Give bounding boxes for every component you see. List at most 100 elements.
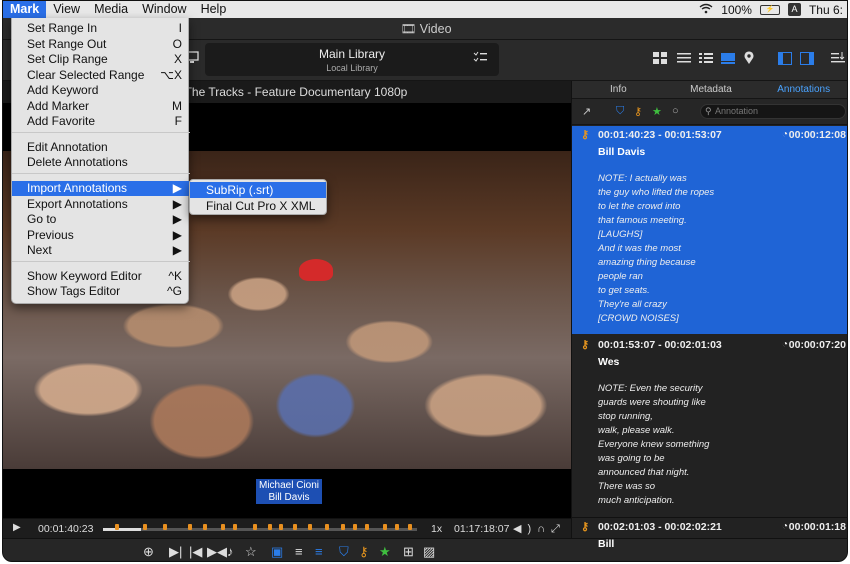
wifi-icon[interactable] [699, 3, 713, 17]
image-icon[interactable]: ▨ [423, 544, 435, 560]
timeline-marker[interactable] [188, 524, 192, 530]
timeline-marker[interactable] [268, 524, 272, 530]
menu-item-show-tags-editor[interactable]: Show Tags Editor ^G [12, 284, 190, 299]
menu-item-shortcut: F [174, 114, 182, 128]
range-icon[interactable]: ▶◀ [207, 544, 227, 560]
menu-item-add-marker[interactable]: Add Marker M [12, 99, 190, 114]
menu-view[interactable]: View [46, 1, 87, 18]
timeline-marker[interactable] [383, 524, 387, 530]
menu-item-shortcut: ▶ [172, 181, 182, 195]
shield-filter-icon[interactable]: ⛉ [616, 105, 624, 118]
tab-metadata[interactable]: Metadata [665, 81, 758, 98]
playback-speed[interactable]: 1x [431, 523, 442, 535]
menu-item-import-annotations[interactable]: Import Annotations ▶ [12, 181, 190, 196]
headphones-icon[interactable]: ∩ [537, 523, 551, 535]
timeline-marker[interactable] [253, 524, 257, 530]
location-icon[interactable] [743, 51, 755, 68]
menu-item-next[interactable]: Next ▶ [12, 243, 190, 258]
left-sidebar-toggle-icon[interactable] [778, 52, 792, 68]
annotation-speaker: Bill [598, 538, 615, 550]
timeline-marker[interactable] [353, 524, 357, 530]
timeline-marker[interactable] [293, 524, 297, 530]
submenu-item-subrip[interactable]: SubRip (.srt) [190, 182, 326, 198]
menu-item-delete-annotations[interactable]: Delete Annotations [12, 155, 190, 170]
checklist-icon[interactable] [473, 51, 487, 67]
menu-window[interactable]: Window [135, 1, 193, 18]
timeline-marker[interactable] [221, 524, 225, 530]
magic-icon[interactable]: ♪ [227, 544, 234, 559]
timeline-marker[interactable] [308, 524, 312, 530]
timeline-marker[interactable] [325, 524, 329, 530]
menu-item-export-annotations[interactable]: Export Annotations ▶ [12, 197, 190, 212]
menu-mark[interactable]: Mark [3, 1, 47, 18]
annotation-entry[interactable]: ⚷ 00:01:53:07 - 00:02:01:03 ◔ 00:00:07:2… [572, 336, 847, 516]
add-clip-icon[interactable]: ⊕ [143, 544, 154, 560]
circle-filter-icon[interactable]: ○ [672, 105, 679, 117]
grid-view-icon[interactable] [653, 52, 667, 68]
sort-icon[interactable] [831, 51, 845, 67]
playback-timeline[interactable] [103, 524, 417, 531]
key-filter-icon[interactable]: ⚷ [634, 105, 642, 118]
shield-icon[interactable]: ⛉ [339, 544, 349, 560]
annotation-range: 00:02:01:03 - 00:02:02:21 [598, 521, 722, 533]
menu-item-set-range-in[interactable]: Set Range In I [12, 21, 190, 36]
star-filter-icon[interactable]: ★ [652, 105, 662, 118]
export-icon[interactable]: ↗ [582, 105, 591, 118]
menu-item-label: Add Keyword [27, 83, 99, 97]
timeline-marker[interactable] [143, 524, 147, 530]
menu-help[interactable]: Help [194, 1, 234, 18]
favorite-star-icon[interactable]: ★ [379, 544, 391, 560]
fullscreen-icon[interactable]: ⤢ [551, 523, 566, 535]
menu-item-label: Edit Annotation [27, 140, 108, 154]
timeline-marker[interactable] [395, 524, 399, 530]
timeline-marker[interactable] [115, 524, 119, 530]
battery-icon[interactable]: ⚡ [759, 4, 780, 15]
menu-item-edit-annotation[interactable]: Edit Annotation [12, 140, 190, 155]
tab-annotations[interactable]: Annotations [757, 81, 847, 98]
menu-item-add-favorite[interactable]: Add Favorite F [12, 114, 190, 129]
caption-icon[interactable]: ▣ [271, 544, 283, 560]
menu-item-clear-selected-range[interactable]: Clear Selected Range ⌥X [12, 68, 190, 83]
menubar-clock[interactable]: Thu 6: [809, 3, 843, 17]
play-icon[interactable]: ▶ [13, 522, 21, 533]
timeline-marker[interactable] [163, 524, 167, 530]
library-subtitle: Local Library [326, 63, 378, 73]
timeline-marker[interactable] [341, 524, 345, 530]
menu-item-go-to[interactable]: Go to ▶ [12, 212, 190, 227]
menu-media[interactable]: Media [87, 1, 135, 18]
input-source-icon[interactable]: A [787, 3, 801, 16]
key-icon[interactable]: ⚷ [359, 544, 369, 560]
menu-item-set-range-out[interactable]: Set Range Out O [12, 37, 190, 52]
timeline-marker[interactable] [365, 524, 369, 530]
timeline-marker[interactable] [408, 524, 412, 530]
play-forward-icon[interactable]: ▶| [169, 544, 182, 560]
right-sidebar-toggle-icon[interactable] [800, 52, 814, 68]
annotation-entry[interactable]: ⚷ 00:01:40:23 - 00:01:53:07 ◔ 00:00:12:0… [572, 126, 847, 334]
menu-item-previous[interactable]: Previous ▶ [12, 228, 190, 243]
align-center-icon[interactable]: ≡ [315, 544, 323, 559]
volume-icon[interactable]: ◀) [513, 523, 537, 535]
timeline-marker[interactable] [279, 524, 283, 530]
menu-item-shortcut: O [172, 37, 182, 51]
menu-item-show-keyword-editor[interactable]: Show Keyword Editor ^K [12, 269, 190, 284]
star-slash-icon[interactable]: ☆ [245, 544, 257, 560]
menu-item-shortcut: ▶ [172, 197, 182, 211]
tab-info[interactable]: Info [572, 81, 665, 98]
detail-list-icon[interactable] [699, 52, 713, 68]
filmstrip-view-icon[interactable] [721, 52, 735, 68]
timeline-marker[interactable] [233, 524, 237, 530]
key-icon: ⚷ [581, 521, 590, 533]
annotation-search[interactable]: ⚲ Annotation [700, 104, 846, 119]
split-icon[interactable]: ⊞ [403, 544, 414, 560]
annotation-header: ⚷ 00:01:40:23 - 00:01:53:07 ◔ 00:00:12:0… [581, 126, 846, 144]
submenu-item-fcpxml[interactable]: Final Cut Pro X XML [190, 198, 326, 214]
jump-start-icon[interactable]: |◀ [189, 544, 202, 560]
align-left-icon[interactable]: ≡ [295, 544, 303, 559]
annotation-speaker: Wes [598, 356, 620, 368]
library-selector[interactable]: Main Library Local Library [205, 43, 499, 76]
menu-item-add-keyword[interactable]: Add Keyword [12, 83, 190, 98]
menu-item-set-clip-range[interactable]: Set Clip Range X [12, 52, 190, 67]
annotation-entry[interactable]: ⚷ 00:02:01:03 - 00:02:02:21 ◔ 00:00:01:1… [572, 517, 847, 557]
list-view-icon[interactable] [677, 52, 691, 68]
timeline-marker[interactable] [203, 524, 207, 530]
